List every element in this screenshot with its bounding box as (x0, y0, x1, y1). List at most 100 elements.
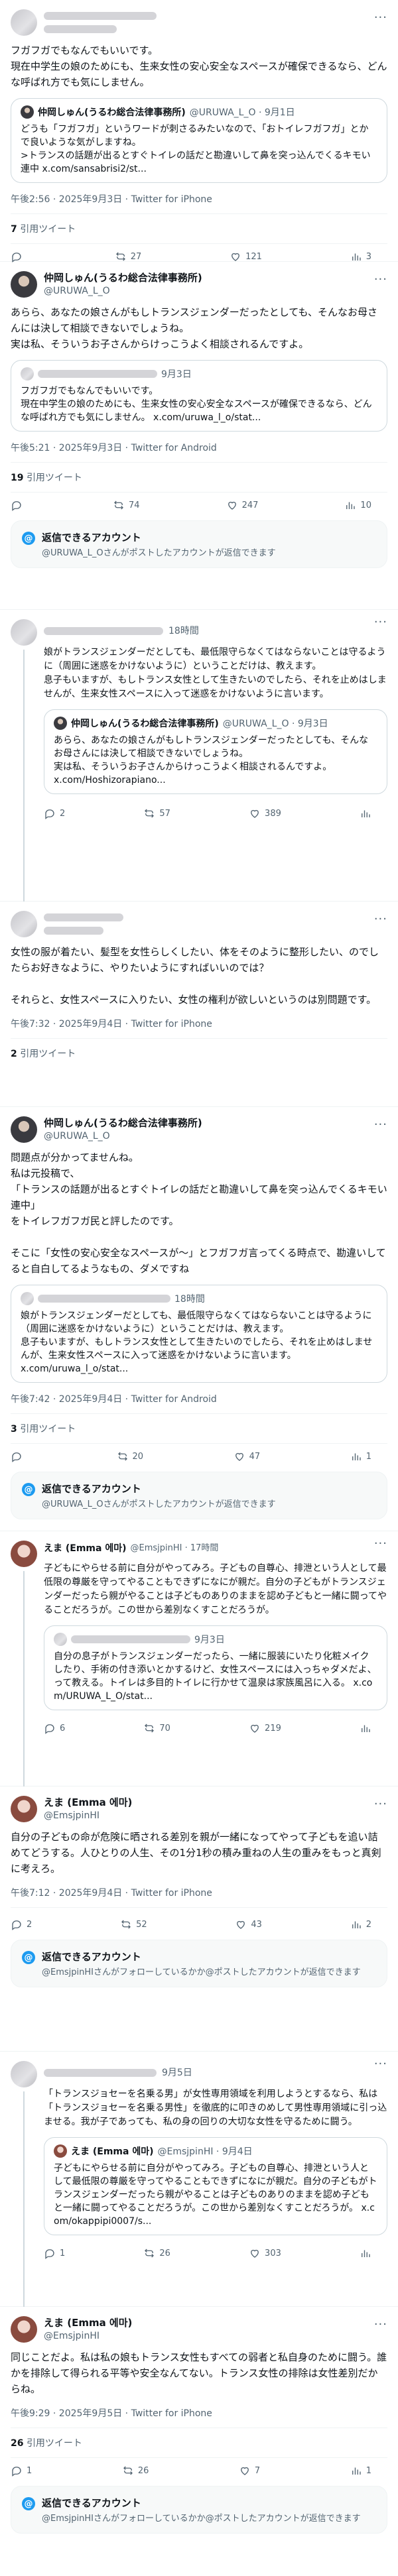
quote-count-row[interactable]: 7 引用ツイート (11, 214, 387, 243)
quoted-post[interactable]: えま (Emma 에마) @EmsjpinHI · 9月4日 子どもにやらせる前… (44, 2137, 387, 2235)
reply-button[interactable] (11, 251, 27, 263)
retweet-icon (122, 2465, 134, 2477)
more-icon[interactable]: ··· (374, 11, 387, 25)
views-button[interactable]: 3 (350, 251, 371, 263)
retweet-button[interactable]: 52 (120, 1918, 147, 1930)
retweet-button[interactable]: 20 (117, 1450, 143, 1462)
quote-count-row[interactable]: 19 引用ツイート (11, 463, 387, 492)
quote-count-row[interactable]: 26 引用ツイート (11, 2428, 387, 2457)
more-icon[interactable]: ··· (374, 2317, 387, 2331)
post-7[interactable]: えま (Emma 에마) @EmsjpinHI ··· 自分の子どもの命が危険に… (0, 1786, 398, 2052)
more-icon[interactable]: ··· (374, 912, 387, 926)
retweet-button[interactable]: 57 (143, 807, 170, 819)
handle[interactable]: @EmsjpinHI (44, 1809, 132, 1822)
reply-button[interactable]: 2 (44, 807, 65, 819)
more-icon[interactable]: ··· (374, 1797, 387, 1811)
post-time[interactable]: 9月5日 (162, 2066, 192, 2079)
like-button[interactable]: 7 (239, 2465, 260, 2477)
avatar[interactable] (11, 911, 37, 937)
avatar[interactable] (11, 1116, 37, 1143)
post-1[interactable]: ··· フガフガでもなんでもいいです。 現在中学生の娘のためにも、生来女性の安心… (0, 0, 398, 263)
handle[interactable]: @URUWA_L_O (44, 284, 202, 298)
retweet-icon (120, 1918, 132, 1930)
post-2[interactable]: 仲岡しゅん(うるわ総合法律事務所) @URUWA_L_O ··· あらら、あなた… (0, 262, 398, 610)
at-icon: @ (22, 2497, 35, 2510)
quote-count-row[interactable]: 3 引用ツイート (11, 1414, 387, 1443)
quoted-post[interactable]: 仲岡しゅん(うるわ総合法律事務所) @URUWA_L_O · 9月1日 どうも「… (11, 98, 387, 183)
avatar[interactable] (11, 2061, 37, 2087)
quote-count: 3 (11, 1424, 17, 1434)
post-8[interactable]: 9月5日 ··· 「トランスジョセーを名乗る男」が女性専用領域を利用しようとする… (0, 2052, 398, 2307)
views-button[interactable]: 10 (344, 499, 371, 511)
display-name[interactable]: えま (Emma 에마) (44, 2316, 132, 2329)
like-button[interactable]: 219 (249, 1722, 281, 1734)
more-icon[interactable]: ··· (374, 272, 387, 286)
avatar[interactable] (11, 1796, 37, 1822)
quoted-post[interactable]: 18時間 娘がトランスジェンダーだとしても、最低限守らなくてはならないことは守る… (11, 1285, 387, 1383)
avatar[interactable] (11, 9, 37, 36)
retweet-icon (113, 499, 125, 511)
quoted-post[interactable]: 9月3日 フガフガでもなんでもいいです。 現在中学生の娘のためにも、生来女性の安… (11, 360, 387, 432)
post-timestamp[interactable]: 午後5:21 · 2025年9月3日 · Twitter for Android (11, 441, 387, 454)
quote-count-label: 引用ツイート (20, 1049, 76, 1059)
quoted-post[interactable]: 9月3日 自分の息子がトランスジェンダーだったら、一緒に服装にいたり化粧メイクし… (44, 1625, 387, 1710)
reply-button[interactable]: 1 (11, 2465, 32, 2477)
like-button[interactable]: 389 (249, 807, 281, 819)
post-time[interactable]: 18時間 (168, 624, 199, 638)
display-name[interactable]: えま (Emma 에마) (44, 1796, 132, 1809)
avatar (54, 2144, 67, 2158)
retweet-button[interactable]: 27 (115, 251, 141, 263)
avatar[interactable] (11, 2316, 37, 2343)
handle[interactable]: @EmsjpinHI (44, 2329, 132, 2343)
views-button[interactable] (360, 807, 371, 819)
avatar[interactable] (11, 1541, 37, 1567)
avatar[interactable] (11, 619, 37, 646)
display-name[interactable]: えま (Emma 에마) (44, 1542, 127, 1555)
post-text: 娘がトランスジェンダーだとしても、最低限守らなくてはならないことは守るように（周… (44, 647, 387, 699)
reply-button[interactable] (11, 1450, 27, 1462)
like-button[interactable]: 43 (235, 1918, 262, 1930)
like-button[interactable]: 247 (226, 499, 258, 511)
handle[interactable]: @EmsjpinHI · 17時間 (131, 1542, 219, 1555)
quote-display-name: 仲岡しゅん(うるわ総合法律事務所) (38, 107, 186, 118)
post-timestamp[interactable]: 午後9:29 · 2025年9月5日 · Twitter for iPhone (11, 2406, 387, 2420)
post-timestamp[interactable]: 午後7:42 · 2025年9月4日 · Twitter for Android (11, 1392, 387, 1405)
quote-display-name: 仲岡しゅん(うるわ総合法律事務所) (71, 719, 219, 729)
post-6[interactable]: えま (Emma 에마) @EmsjpinHI · 17時間 ··· 子どもにや… (0, 1531, 398, 1786)
reply-button[interactable]: 1 (44, 2247, 65, 2259)
post-timestamp[interactable]: 午後7:12 · 2025年9月4日 · Twitter for iPhone (11, 1886, 387, 1899)
post-5[interactable]: 仲岡しゅん(うるわ総合法律事務所) @URUWA_L_O ··· 問題点が分かっ… (0, 1107, 398, 1531)
thread-page: ··· フガフガでもなんでもいいです。 現在中学生の娘のためにも、生来女性の安心… (0, 0, 398, 2576)
views-button[interactable]: 2 (350, 1918, 371, 1930)
views-button[interactable] (360, 1722, 371, 1734)
post-4[interactable]: ··· 女性の服が着たい、髪型を女性らしくしたい、体をそのように整形したい、ので… (0, 902, 398, 1107)
post-timestamp[interactable]: 午後7:32 · 2025年9月4日 · Twitter for iPhone (11, 1017, 387, 1030)
reply-button[interactable]: 2 (11, 1918, 32, 1930)
more-icon[interactable]: ··· (374, 2057, 387, 2071)
handle[interactable]: @URUWA_L_O (44, 1130, 202, 1143)
reply-button[interactable] (11, 499, 27, 511)
more-icon[interactable]: ··· (374, 1118, 387, 1132)
post-timestamp[interactable]: 午後2:56 · 2025年9月3日 · Twitter for iPhone (11, 192, 387, 205)
views-button[interactable] (360, 2247, 371, 2259)
like-button[interactable]: 121 (230, 251, 262, 263)
more-icon[interactable]: ··· (374, 1537, 387, 1551)
display-name[interactable]: 仲岡しゅん(うるわ総合法律事務所) (44, 271, 202, 284)
retweet-button[interactable]: 70 (143, 1722, 170, 1734)
post-9[interactable]: えま (Emma 에마) @EmsjpinHI ··· 同じことだよ。私は私の娘… (0, 2307, 398, 2576)
retweet-button[interactable]: 26 (122, 2465, 149, 2477)
post-3[interactable]: 18時間 ··· 娘がトランスジェンダーだとしても、最低限守らなくてはならないこ… (0, 610, 398, 902)
notice-title: 返信できるアカウント (42, 532, 141, 544)
views-button[interactable]: 1 (350, 2465, 371, 2477)
display-name[interactable]: 仲岡しゅん(うるわ総合法律事務所) (44, 1116, 202, 1130)
like-button[interactable]: 47 (233, 1450, 260, 1462)
views-button[interactable]: 1 (350, 1450, 371, 1462)
reply-button[interactable]: 6 (44, 1722, 65, 1734)
quoted-post[interactable]: 仲岡しゅん(うるわ総合法律事務所) @URUWA_L_O · 9月3日 あらら、… (44, 709, 387, 794)
more-icon[interactable]: ··· (374, 615, 387, 629)
avatar[interactable] (11, 271, 37, 298)
quote-count-row[interactable]: 2 引用ツイート (11, 1039, 387, 1068)
like-button[interactable]: 303 (249, 2247, 281, 2259)
retweet-button[interactable]: 26 (143, 2247, 170, 2259)
retweet-button[interactable]: 74 (113, 499, 140, 511)
